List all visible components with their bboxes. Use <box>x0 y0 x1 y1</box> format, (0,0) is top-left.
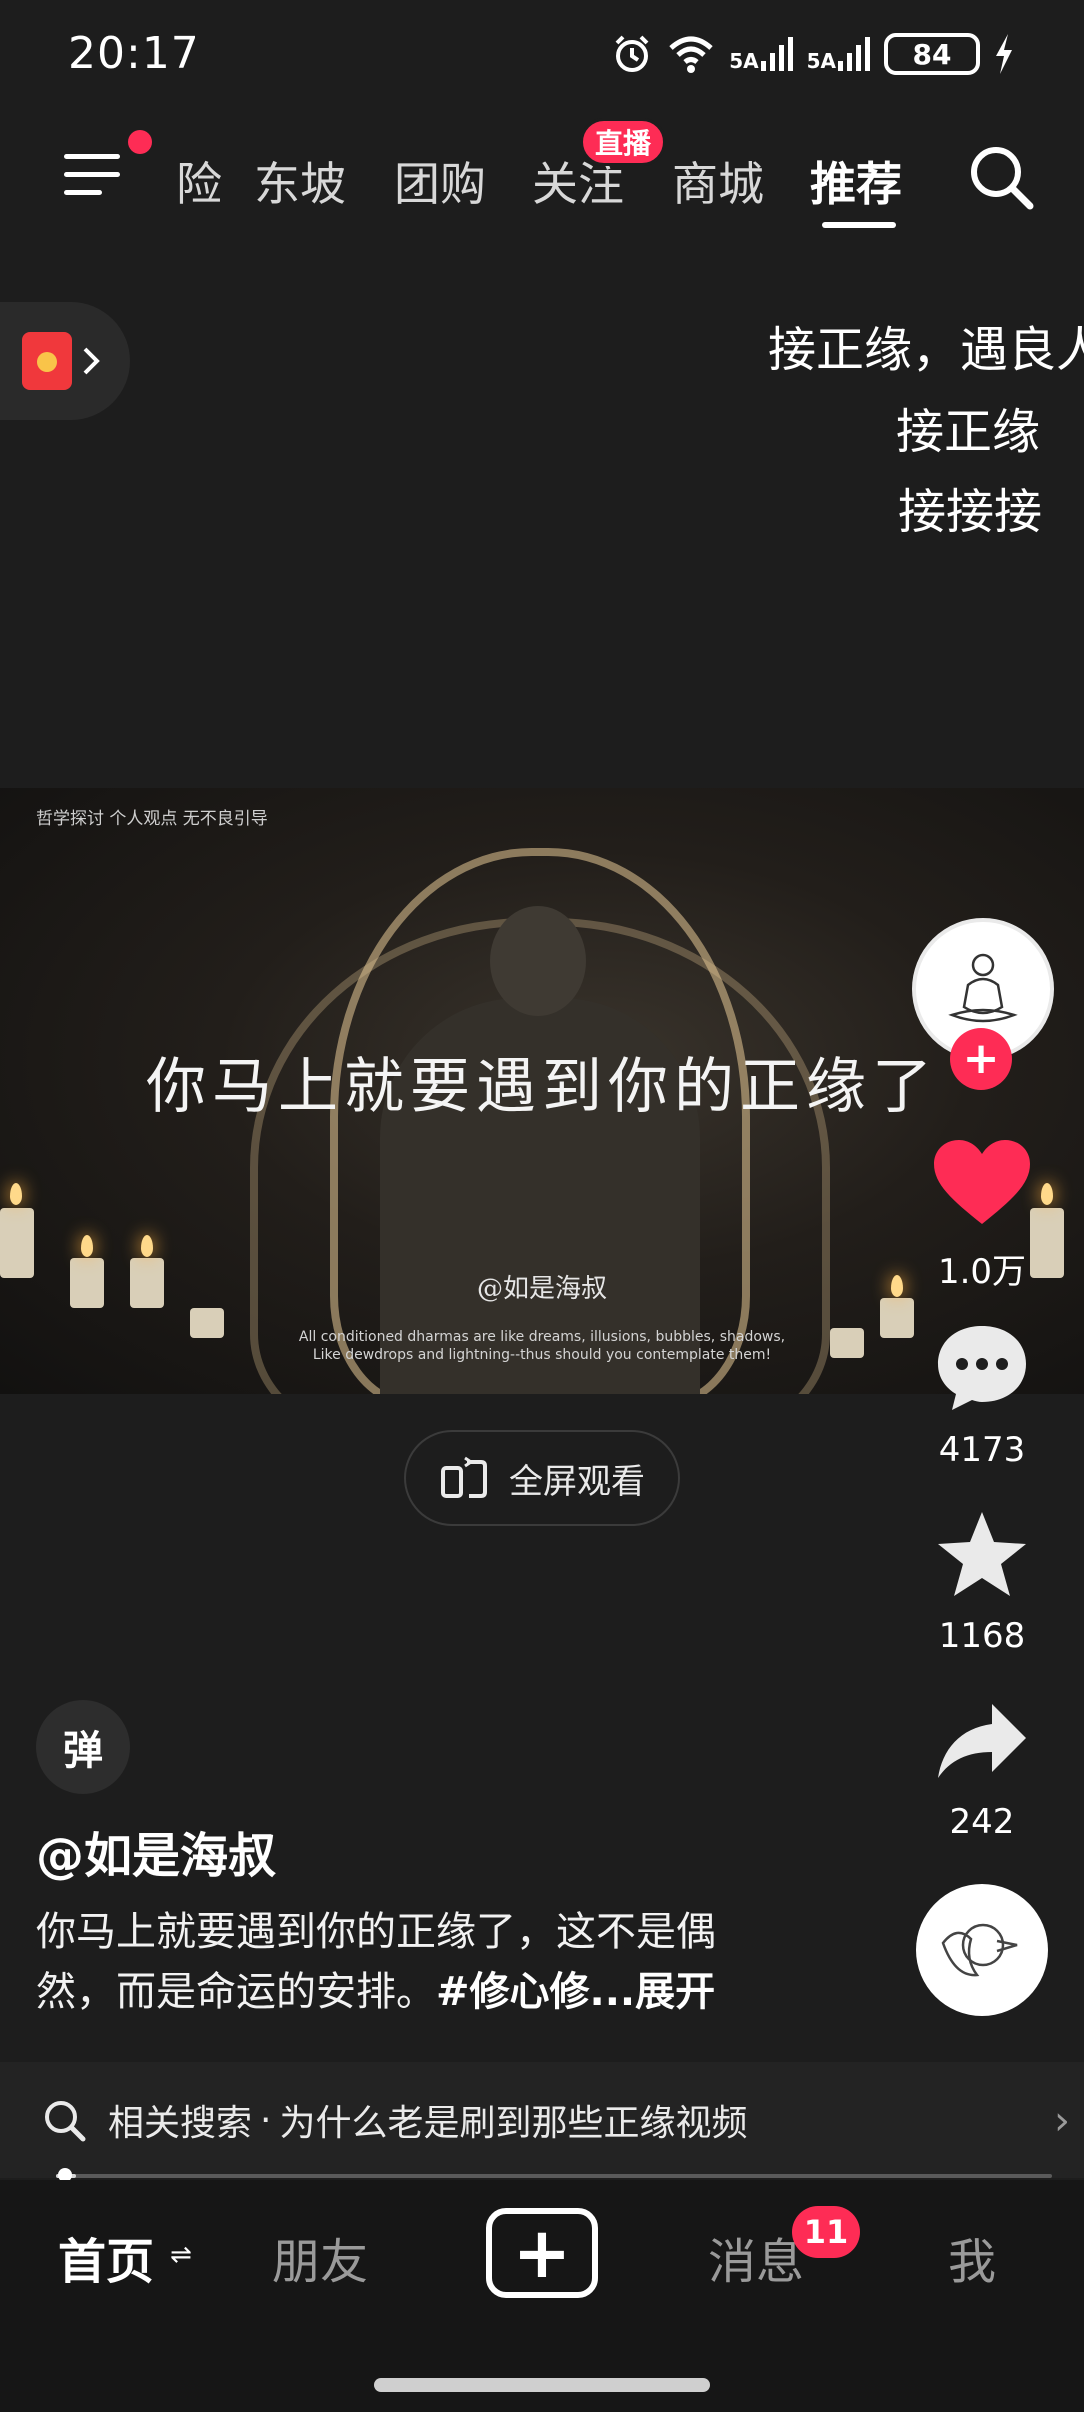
create-button[interactable]: + <box>486 2208 598 2298</box>
video-caption-line: All conditioned dharmas are like dreams,… <box>298 1329 786 1345</box>
plus-icon: + <box>512 2212 572 2294</box>
video-progress-track[interactable] <box>56 2174 1052 2178</box>
like-count: 1.0万 <box>937 1252 1027 1292</box>
notification-dot <box>128 130 152 154</box>
active-tab-indicator <box>822 222 896 228</box>
video-player[interactable]: 哲学探讨 个人观点 无不良引导 你马上就要遇到你的正缘了 @如是海叔 All c… <box>0 788 1084 1394</box>
meditation-figure-icon <box>948 953 1018 1023</box>
video-title-overlay: 你马上就要遇到你的正缘了 <box>146 1052 938 1122</box>
favorite-count: 1168 <box>938 1616 1026 1656</box>
share-arrow-icon <box>938 1704 1026 1778</box>
nav-friends[interactable]: 朋友 <box>272 2222 368 2292</box>
star-icon <box>938 1512 1026 1596</box>
comment-button[interactable] <box>934 1322 1030 1416</box>
network-type-label: 5A <box>806 49 836 73</box>
tab-dongpo[interactable]: 东坡 <box>254 148 346 214</box>
music-disc[interactable] <box>916 1884 1048 2016</box>
description-text: 然，而是命运的安排。 <box>36 1969 436 2015</box>
alarm-icon <box>615 35 649 72</box>
related-search-separator: · <box>260 2099 272 2141</box>
tab-mall[interactable]: 商城 <box>672 148 764 214</box>
like-button[interactable] <box>932 1138 1032 1232</box>
related-search-prefix: 相关搜索 <box>108 2103 253 2144</box>
red-envelope-icon <box>22 332 72 390</box>
favorite-button[interactable] <box>934 1508 1030 1604</box>
wifi-icon <box>669 36 713 73</box>
floating-text-2: 接正缘 <box>895 404 1040 460</box>
description-line: 你马上就要遇到你的正缘了，这不是偶 <box>36 1909 716 1955</box>
swap-icon: ⇌ <box>170 2240 192 2270</box>
search-icon <box>971 147 1034 210</box>
battery-icon: 84 <box>884 33 980 75</box>
floating-text-3: 接接接 <box>897 484 1042 540</box>
chevron-right-icon: › <box>1054 2098 1070 2144</box>
nav-home[interactable]: 首页 <box>58 2222 154 2292</box>
comment-count: 4173 <box>938 1430 1026 1470</box>
floating-text-1: 接正缘，遇良人 <box>768 322 1084 378</box>
fullscreen-icon <box>441 1456 487 1498</box>
follow-button[interactable]: + <box>950 1028 1012 1090</box>
tab-group-buy[interactable]: 团购 <box>394 148 486 214</box>
red-packet-widget[interactable] <box>0 302 130 420</box>
tab-partial[interactable]: 险 <box>176 148 222 214</box>
video-description[interactable]: 你马上就要遇到你的正缘了，这不是偶 然，而是命运的安排。#修心修...展开 <box>36 1902 836 2022</box>
live-badge: 直播 <box>580 118 666 166</box>
share-count: 242 <box>949 1802 1015 1842</box>
heart-icon <box>934 1140 1030 1224</box>
author-name[interactable]: @如是海叔 <box>36 1816 276 1886</box>
music-cover-icon <box>941 1923 1018 1977</box>
nav-me[interactable]: 我 <box>948 2222 996 2292</box>
share-button[interactable] <box>936 1700 1028 1784</box>
tab-recommend[interactable]: 推荐 <box>810 148 902 214</box>
video-caption: All conditioned dharmas are like dreams,… <box>0 1328 1084 1364</box>
signal-icon <box>838 37 870 71</box>
video-caption-line: Like dewdrops and lightning--thus should… <box>312 1347 772 1363</box>
expand-link[interactable]: ...展开 <box>590 1969 716 2015</box>
danmaku-toggle[interactable]: 弹 <box>36 1700 130 1794</box>
chevron-right-icon <box>83 347 100 375</box>
menu-button[interactable] <box>60 130 152 204</box>
fullscreen-label: 全屏观看 <box>509 1461 645 1502</box>
related-search-query: 为什么老是刷到那些正缘视频 <box>279 2103 748 2144</box>
search-icon <box>45 2101 86 2142</box>
messages-badge: 11 <box>792 2206 860 2258</box>
status-icons: 5A 5A 84 <box>611 30 1014 78</box>
home-indicator <box>374 2378 710 2392</box>
video-disclaimer: 哲学探讨 个人观点 无不良引导 <box>36 809 268 829</box>
nav-messages[interactable]: 消息 <box>708 2222 804 2292</box>
search-button[interactable] <box>966 142 1036 212</box>
description-line: 然，而是命运的安排。#修心修...展开 <box>36 1962 836 2022</box>
hashtag-link[interactable]: #修心修 <box>436 1969 590 2015</box>
related-search-bar[interactable]: 相关搜索 · 为什么老是刷到那些正缘视频 › <box>0 2062 1084 2178</box>
fullscreen-button[interactable]: 全屏观看 <box>404 1430 680 1526</box>
menu-icon <box>64 154 120 159</box>
comment-icon <box>938 1326 1026 1410</box>
status-time: 20:17 <box>68 28 200 79</box>
charging-icon <box>996 34 1012 74</box>
signal-icon <box>760 37 793 71</box>
network-type-label: 5A <box>729 49 759 73</box>
